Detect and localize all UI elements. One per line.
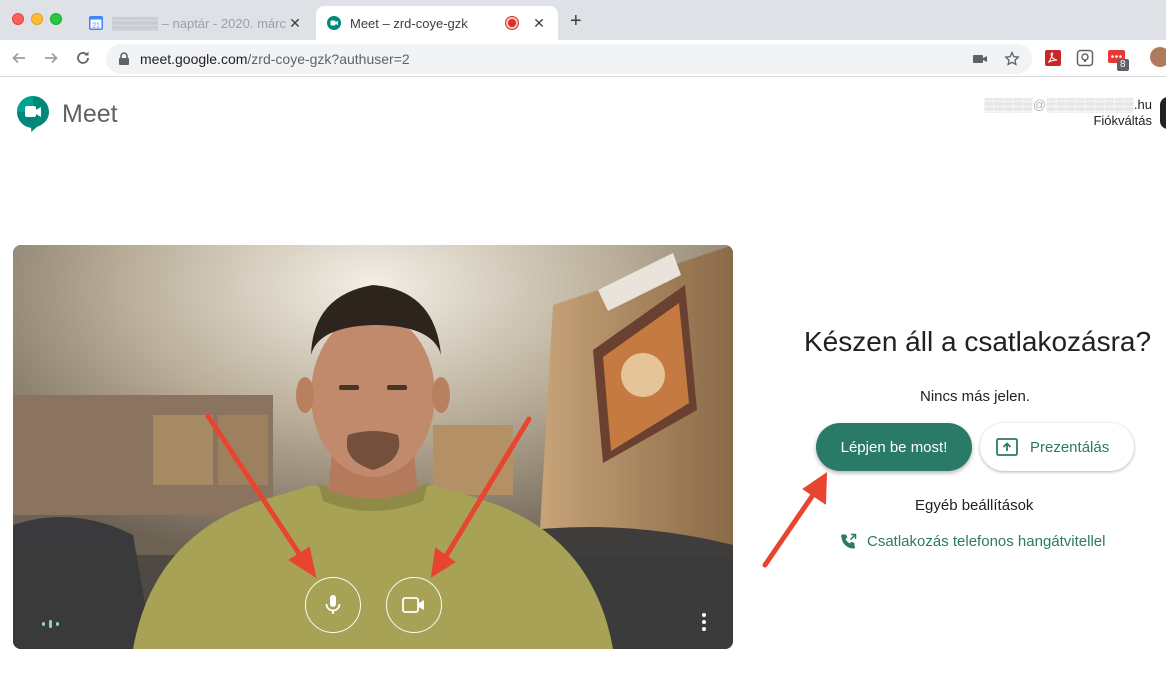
present-label: Prezentálás [1030,438,1110,456]
forward-button[interactable] [42,49,60,67]
arrow-right-icon [45,52,58,64]
account-avatar[interactable] [1160,97,1166,129]
join-by-phone-label: Csatlakozás telefonos hangátvitellel [867,533,1106,550]
calendar-icon: 21 [89,16,103,30]
annotation-arrowhead-join [802,472,828,505]
svg-text:21: 21 [92,23,100,30]
video-preview [13,245,733,649]
switch-account-link[interactable]: Fiókváltás [1093,113,1152,128]
profile-avatar[interactable] [1150,47,1166,67]
app-title: Meet [62,100,118,128]
url-text: meet.google.com/zrd-coye-gzk?authuser=2 [140,51,410,67]
lock-icon [119,52,129,65]
back-button[interactable] [10,49,28,67]
new-tab-button[interactable]: + [570,11,582,31]
pdf-extension-icon[interactable] [1044,49,1062,67]
present-button[interactable]: Prezentálás [980,423,1134,471]
more-options-icon[interactable] [699,611,709,633]
reload-button[interactable] [74,49,92,67]
ready-to-join-heading: Készen áll a csatlakozásra? [804,326,1152,357]
window-close-button[interactable] [12,13,24,25]
arrow-left-icon [12,52,25,64]
phone-forward-icon [840,533,857,550]
microphone-icon [325,595,341,614]
account-email: ▒▒▒▒▒@▒▒▒▒▒▒▒▒▒.hu [984,97,1152,112]
other-settings-heading: Egyéb beállítások [915,497,1034,514]
join-now-button[interactable]: Lépjen be most! [816,423,972,471]
annotation-arrow-join [762,489,818,568]
close-icon[interactable]: ✕ [530,14,548,32]
window-minimize-button[interactable] [31,13,43,25]
join-now-label: Lépjen be most! [840,438,948,456]
star-icon[interactable] [1004,51,1020,67]
meet-icon [327,16,341,30]
meet-logo-icon [17,96,49,132]
camera-feed-image [13,245,733,649]
browser-tab-bar: 21 ▒▒▒▒▒ – naptár - 2020. márciu ✕ Meet … [0,0,1166,40]
video-camera-icon [402,597,424,613]
tab-meet[interactable]: Meet – zrd-coye-gzk ✕ [316,6,558,40]
extension-badge: 8 [1117,59,1129,71]
chat-extension-icon[interactable]: 8 [1108,49,1129,71]
tab-title: ▒▒▒▒▒ – naptár - 2020. márciu [112,15,286,31]
microphone-toggle-button[interactable] [305,577,361,633]
tab-title: Meet – zrd-coye-gzk [350,15,468,31]
camera-icon[interactable] [972,51,988,67]
reload-icon [77,51,89,64]
join-by-phone-link[interactable]: Csatlakozás telefonos hangátvitellel [840,533,1105,550]
browser-toolbar: meet.google.com/zrd-coye-gzk?authuser=2 … [0,40,1166,77]
tab-calendar[interactable]: 21 ▒▒▒▒▒ – naptár - 2020. márciu ✕ [78,6,314,40]
participants-status: Nincs más jelen. [920,388,1031,405]
recording-indicator-icon [506,17,518,29]
camera-toggle-button[interactable] [386,577,442,633]
present-screen-icon [996,438,1018,456]
audio-level-icon [42,620,59,628]
address-bar[interactable]: meet.google.com/zrd-coye-gzk?authuser=2 [106,44,1032,74]
close-icon[interactable]: ✕ [286,14,304,32]
idea-extension-icon[interactable] [1076,49,1094,67]
window-zoom-button[interactable] [50,13,62,25]
